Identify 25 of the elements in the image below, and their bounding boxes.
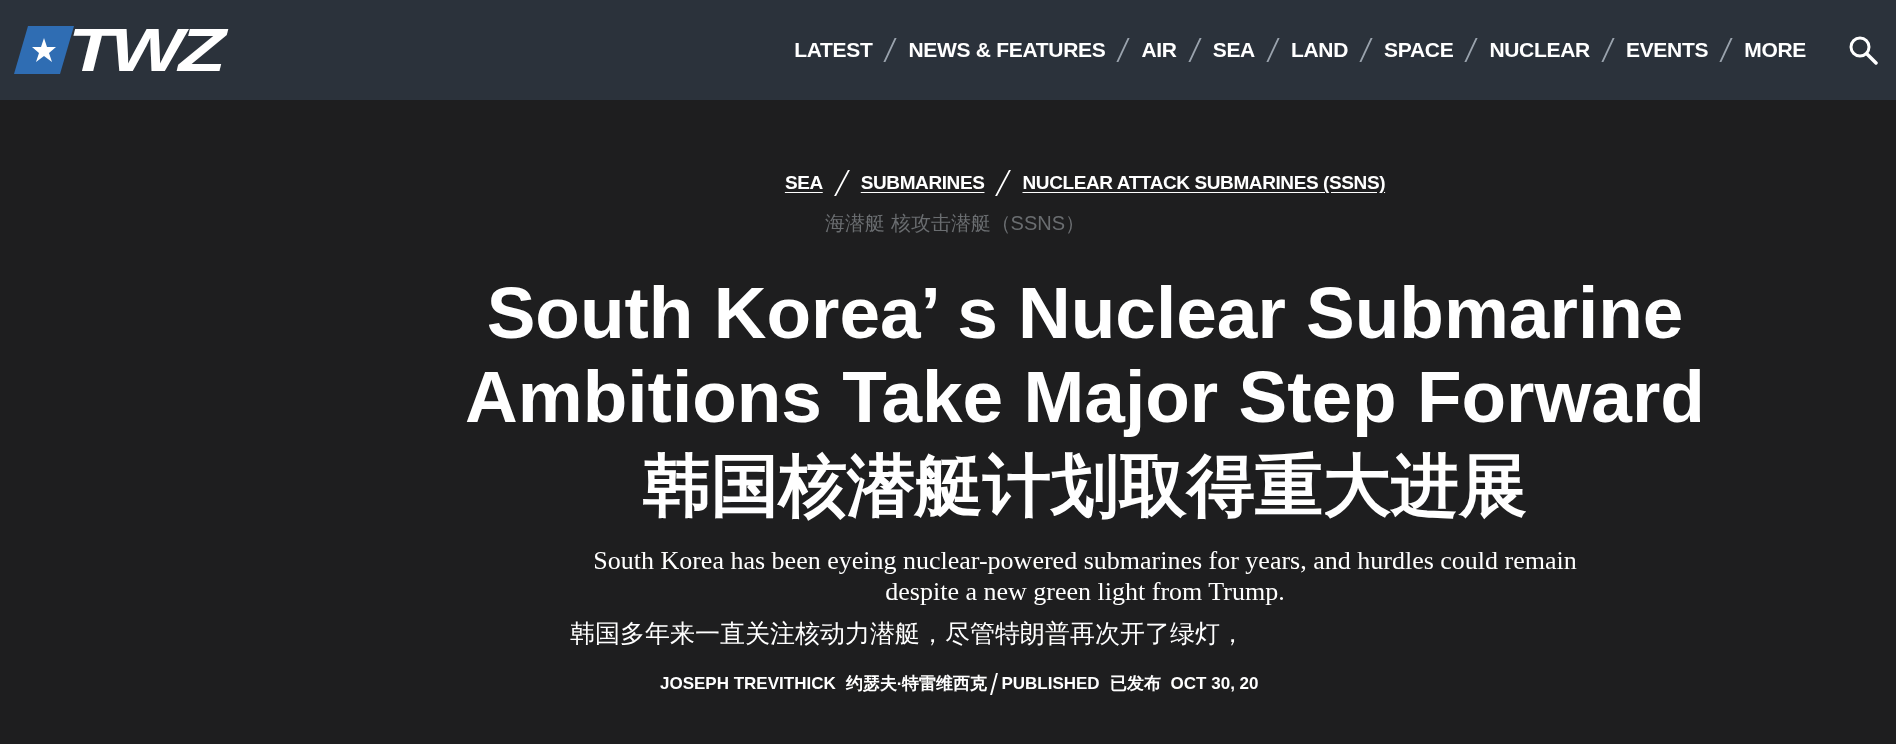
star-logo-icon (14, 26, 74, 74)
article-title: South Korea’ s Nuclear Submarine (485, 271, 1685, 355)
search-icon[interactable] (1848, 35, 1878, 65)
nav-link[interactable]: LATEST (790, 38, 877, 62)
published-translation: 已发布 (1109, 673, 1161, 695)
author-name: JOSEPH TREVITHICK (660, 673, 836, 694)
nav-link[interactable]: LAND (1286, 38, 1353, 62)
published-label: PUBLISHED (1001, 673, 1100, 694)
breadcrumb-link[interactable]: SUBMARINES (860, 172, 985, 194)
nav-link[interactable]: NUCLEAR (1485, 38, 1594, 62)
breadcrumb-link[interactable]: SEA (784, 172, 823, 194)
author-translation: 约瑟夫·特雷维西克 (845, 673, 988, 695)
nav-link[interactable]: SPACE (1380, 38, 1458, 62)
article-summary: South Korea has been eyeing nuclear-powered submarines for years, and hurdles could remain despite a new green light from Trump. (592, 545, 1578, 607)
breadcrumb-link[interactable]: NUCLEAR ATTACK SUBMARINES (SSNS) (1022, 172, 1386, 194)
title-translation: 韩国核潜艇计划取得重大进展 (643, 445, 1527, 527)
publish-date: OCT 30, 20 (1170, 673, 1259, 694)
nav-link[interactable]: EVENTS (1621, 38, 1713, 62)
nav-link[interactable]: MORE (1740, 38, 1810, 62)
summary-translation: 韩国多年来一直关注核动力潜艇，尽管特朗普再次开了绿灯， (570, 618, 1245, 650)
nav-link[interactable]: SEA (1208, 38, 1259, 62)
article-title: Ambitions Take Major Step Forward (465, 355, 1705, 439)
breadcrumb-translation: 海潜艇 核攻击潜艇（SSNS） (825, 211, 1085, 236)
nav-link[interactable]: NEWS & FEATURES (904, 38, 1110, 62)
nav-link[interactable]: AIR (1137, 38, 1181, 62)
